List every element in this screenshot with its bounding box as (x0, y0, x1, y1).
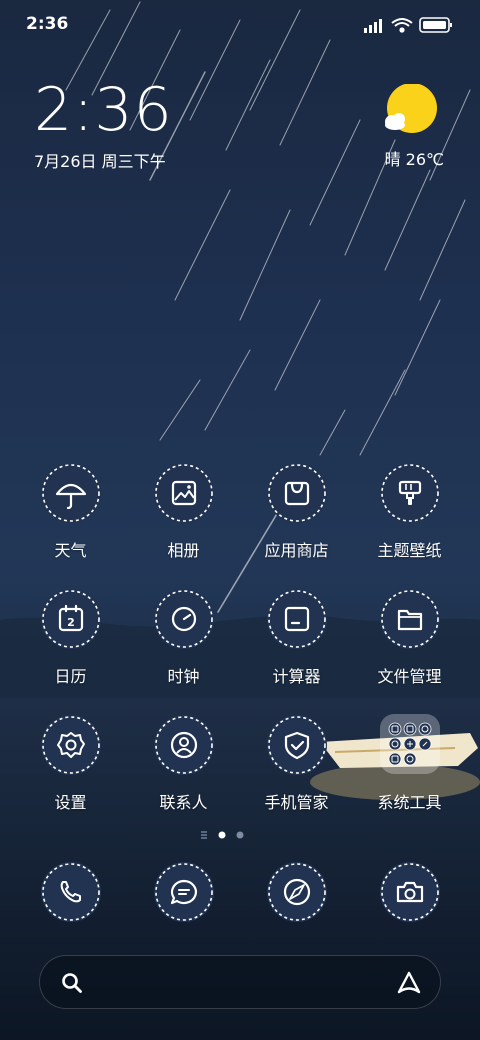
page-dot (236, 831, 244, 839)
app-label: 手机管家 (264, 793, 329, 812)
app-gallery[interactable]: 相册 (127, 462, 240, 562)
app-label: 计算器 (272, 667, 321, 686)
calculator-icon (267, 589, 327, 649)
clock-date: 7月26日 周三下午 (34, 152, 166, 171)
clock-widget[interactable]: 2:36 7月26日 周三下午 (34, 78, 173, 172)
app-contacts[interactable]: 联系人 (127, 714, 240, 814)
app-label: 系统工具 (377, 793, 442, 812)
clock-icon (154, 589, 214, 649)
folder-grid-icon (388, 722, 432, 766)
app-folder-system-tools[interactable]: 系统工具 (353, 714, 466, 814)
app-label: 时钟 (167, 667, 200, 686)
weather-widget[interactable]: 晴 26℃ (374, 83, 444, 174)
assistant-icon[interactable] (396, 970, 422, 996)
sun-cloud-icon (385, 83, 437, 133)
app-calendar[interactable]: 2 日历 (14, 588, 127, 688)
app-themes[interactable]: 主题壁纸 (353, 462, 466, 562)
compass-icon[interactable] (266, 861, 328, 923)
dock (14, 861, 466, 927)
image-icon (154, 463, 214, 523)
app-label: 日历 (54, 667, 87, 686)
folder-background (380, 714, 440, 774)
wifi-icon (391, 18, 413, 33)
search-icon[interactable] (60, 971, 84, 995)
app-label: 主题壁纸 (377, 541, 442, 560)
folder-icon (380, 589, 440, 649)
app-calculator[interactable]: 计算器 (240, 588, 353, 688)
app-weather[interactable]: 天气 (14, 462, 127, 562)
app-label: 设置 (54, 793, 87, 812)
status-icons (364, 17, 452, 33)
app-label: 文件管理 (377, 667, 442, 686)
app-clock[interactable]: 时钟 (127, 588, 240, 688)
shield-check-icon (267, 715, 327, 775)
camera-icon[interactable] (379, 861, 441, 923)
chat-icon[interactable] (153, 861, 215, 923)
menu-lines-icon (201, 831, 207, 839)
search-bar[interactable] (39, 955, 441, 1009)
status-bar: 2:36 (0, 0, 480, 50)
app-label: 联系人 (159, 793, 208, 812)
phone-icon[interactable] (40, 861, 102, 923)
battery-icon (419, 17, 452, 33)
app-label: 相册 (167, 541, 200, 560)
paintbrush-icon (380, 463, 440, 523)
shopping-bag-icon (267, 463, 327, 523)
signal-icon (364, 19, 382, 33)
person-icon (154, 715, 214, 775)
app-label: 应用商店 (264, 541, 329, 560)
app-settings[interactable]: 设置 (14, 714, 127, 814)
calendar-day: 2 (67, 616, 75, 629)
app-label: 天气 (54, 541, 87, 560)
status-time: 2:36 (26, 14, 69, 34)
page-dot-active (218, 831, 226, 839)
weather-text: 晴 26℃ (384, 150, 444, 169)
calendar-icon: 2 (41, 589, 101, 649)
umbrella-icon (41, 463, 101, 523)
app-store[interactable]: 应用商店 (240, 462, 353, 562)
page-indicator[interactable] (198, 828, 248, 842)
app-security[interactable]: 手机管家 (240, 714, 353, 814)
clock-time: 2:36 (34, 75, 173, 145)
gear-icon (41, 715, 101, 775)
app-files[interactable]: 文件管理 (353, 588, 466, 688)
